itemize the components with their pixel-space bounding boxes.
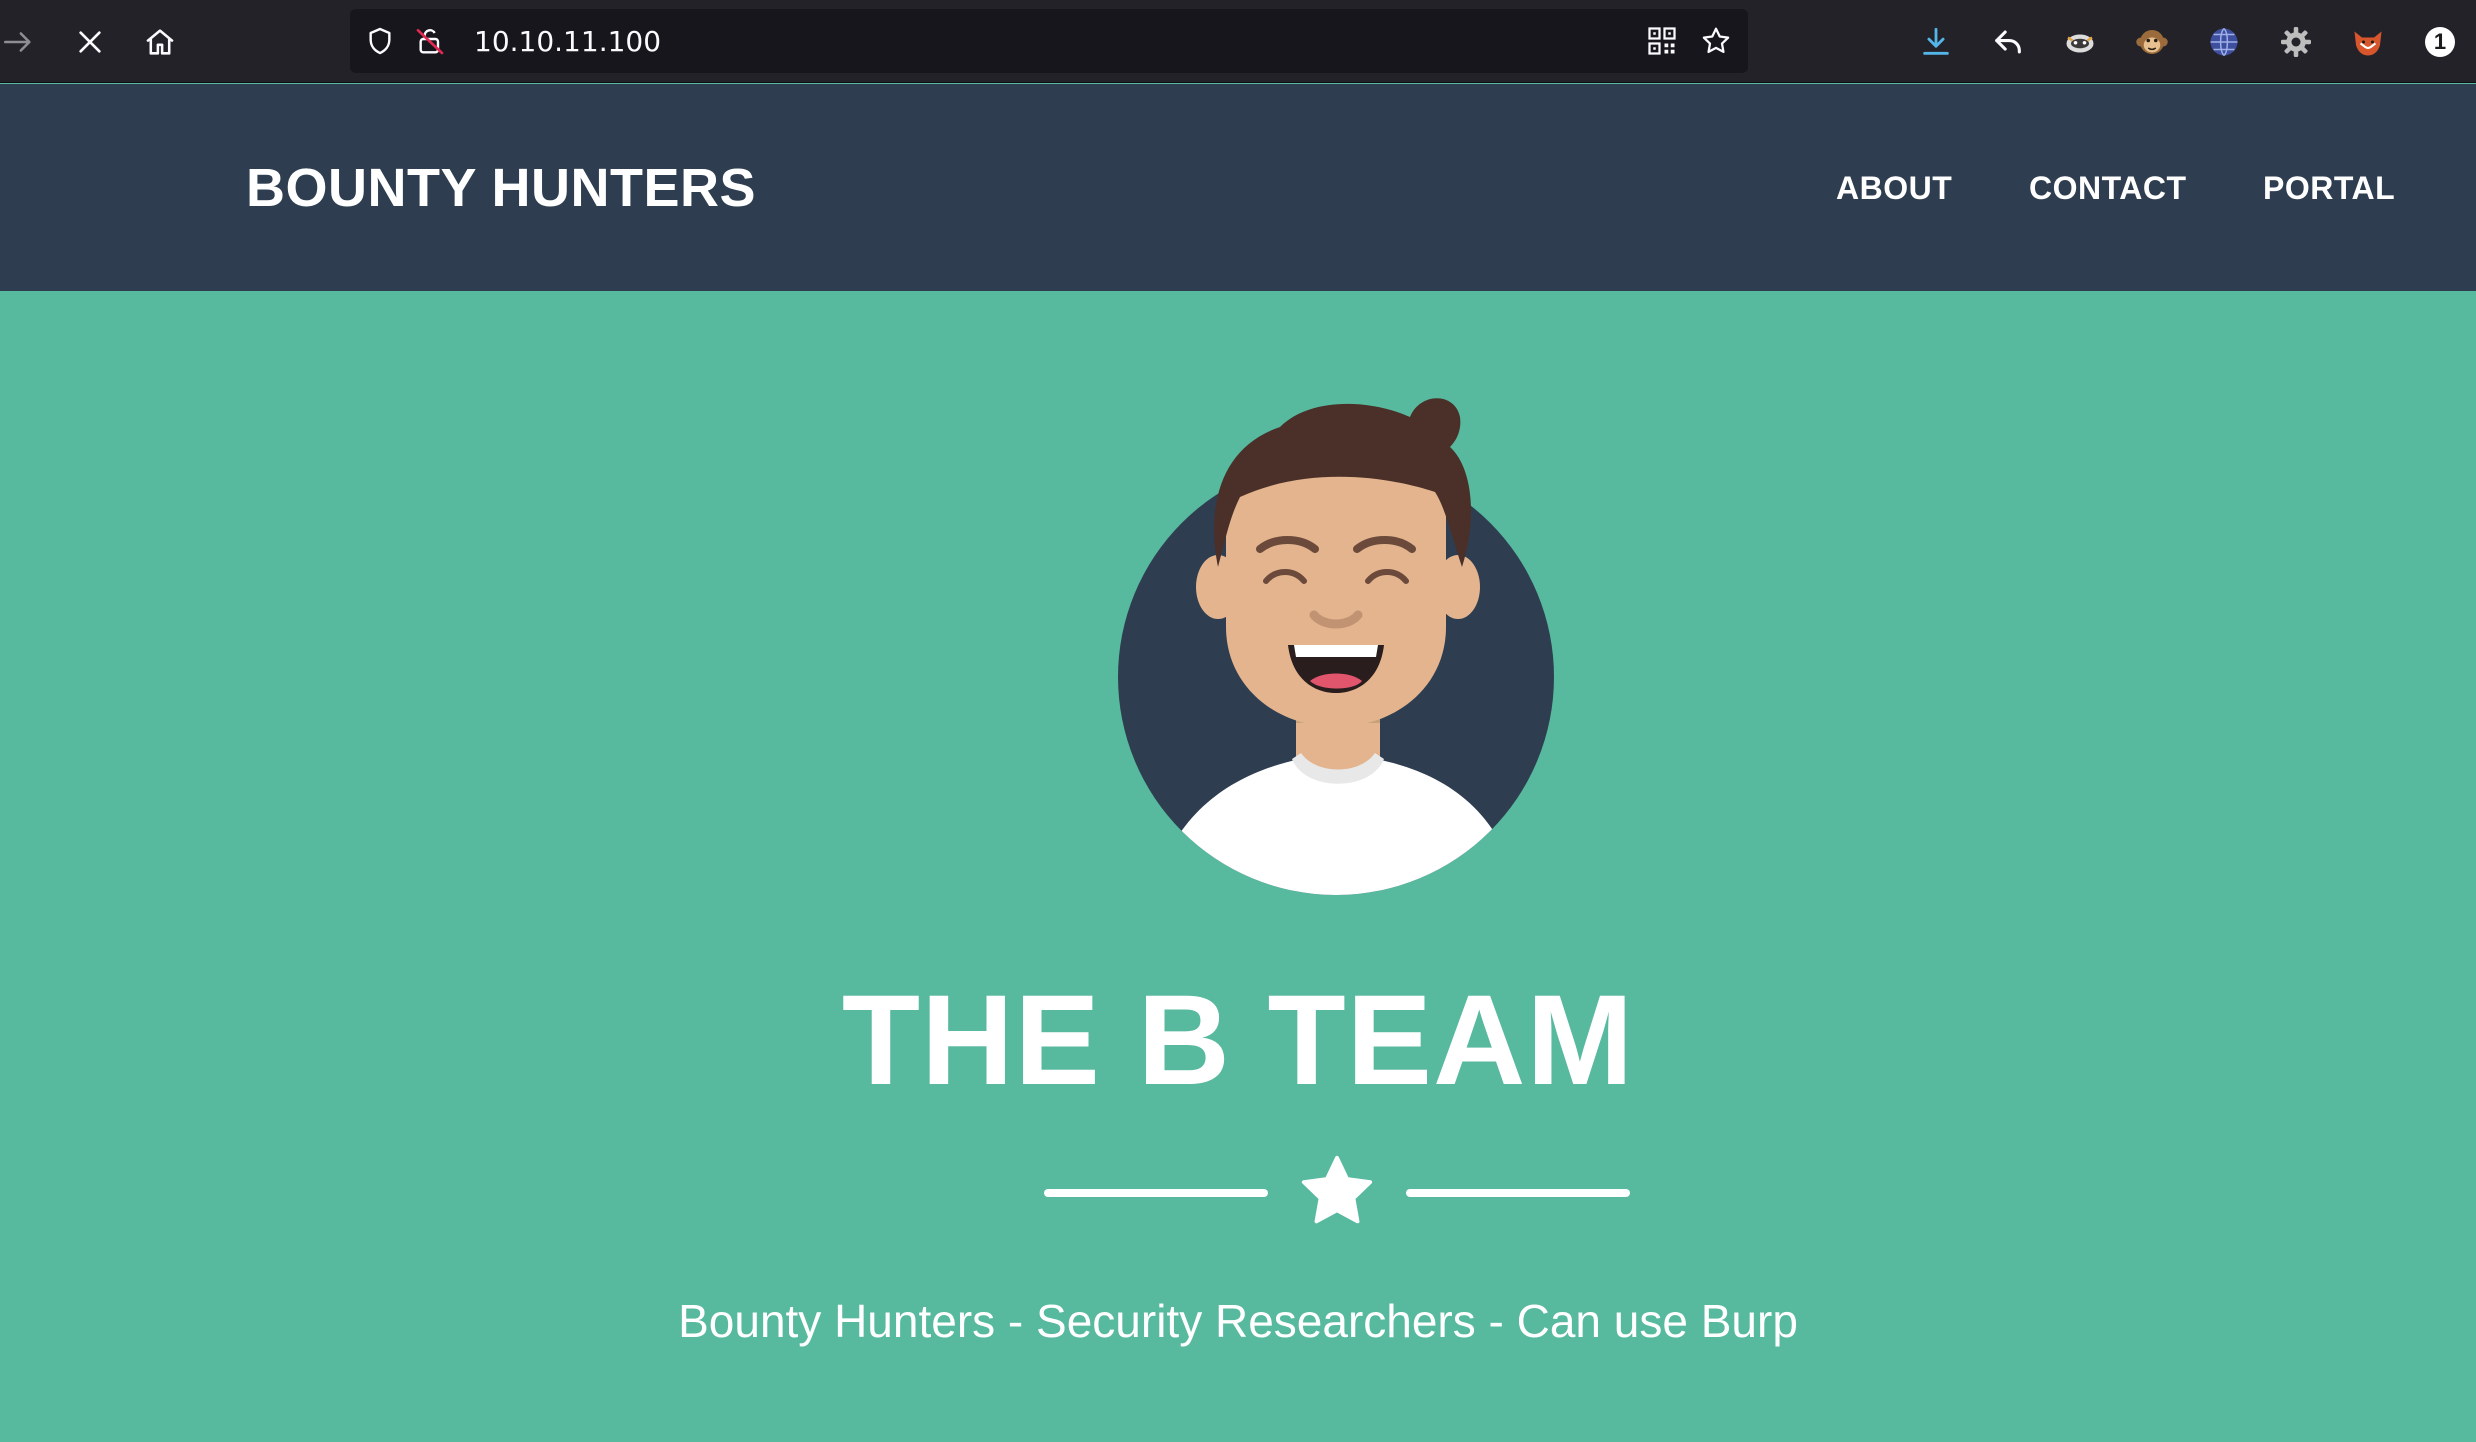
reply-arrow-icon [1995, 30, 2021, 54]
stop-button[interactable] [62, 14, 118, 70]
brand-link[interactable]: BOUNTY HUNTERS [246, 158, 756, 218]
page-title: THE B TEAM [841, 969, 1635, 1112]
extension-fox-button[interactable] [2340, 14, 2396, 70]
browser-toolbar: 10.10.11.100 1 [0, 0, 2476, 83]
home-icon [146, 29, 174, 55]
url-bar[interactable]: 10.10.11.100 [350, 9, 1748, 73]
qr-code-icon[interactable] [1644, 23, 1680, 59]
extension-globe-button[interactable] [2196, 14, 2252, 70]
downloads-button[interactable] [1908, 14, 1964, 70]
bookmark-star-icon[interactable] [1698, 23, 1734, 59]
gear-icon [2281, 27, 2311, 57]
extension-settings-button[interactable] [2268, 14, 2324, 70]
home-button[interactable] [132, 14, 188, 70]
close-icon [79, 31, 101, 53]
divider-line-right [1406, 1189, 1630, 1197]
download-icon [1923, 27, 1949, 55]
monkey-icon [2136, 30, 2168, 54]
site-navbar: BOUNTY HUNTERS ABOUT CONTACT PORTAL [0, 84, 2476, 291]
divider-line-left [1044, 1189, 1268, 1197]
animal-extension-icon [2066, 34, 2094, 53]
arrow-right-icon [3, 32, 31, 52]
star-icon [1301, 1155, 1373, 1224]
shield-icon[interactable] [362, 23, 398, 59]
back-reply-button[interactable] [1980, 14, 2036, 70]
extension-monkey-button[interactable] [2124, 14, 2180, 70]
nav-link-portal[interactable]: PORTAL [2263, 170, 2395, 206]
avatar-illustration [1118, 398, 1554, 895]
fox-proxy-icon [2354, 31, 2382, 56]
insecure-lock-icon[interactable] [412, 23, 448, 59]
forward-button[interactable] [0, 14, 46, 70]
badge-count: 1 [2433, 29, 2447, 54]
nav-link-contact[interactable]: CONTACT [2029, 170, 2187, 206]
masthead: THE B TEAM Bounty Hunters - Security Res… [0, 291, 2476, 1442]
extensions-badge-button[interactable]: 1 [2412, 14, 2468, 70]
page-subtitle: Bounty Hunters - Security Researchers - … [678, 1295, 1798, 1347]
globe-icon [2210, 27, 2238, 57]
url-text[interactable]: 10.10.11.100 [474, 26, 661, 58]
nav-link-about[interactable]: ABOUT [1836, 170, 1952, 206]
star-divider [1044, 1153, 1630, 1233]
extension-wappalyzer-button[interactable] [2052, 14, 2108, 70]
